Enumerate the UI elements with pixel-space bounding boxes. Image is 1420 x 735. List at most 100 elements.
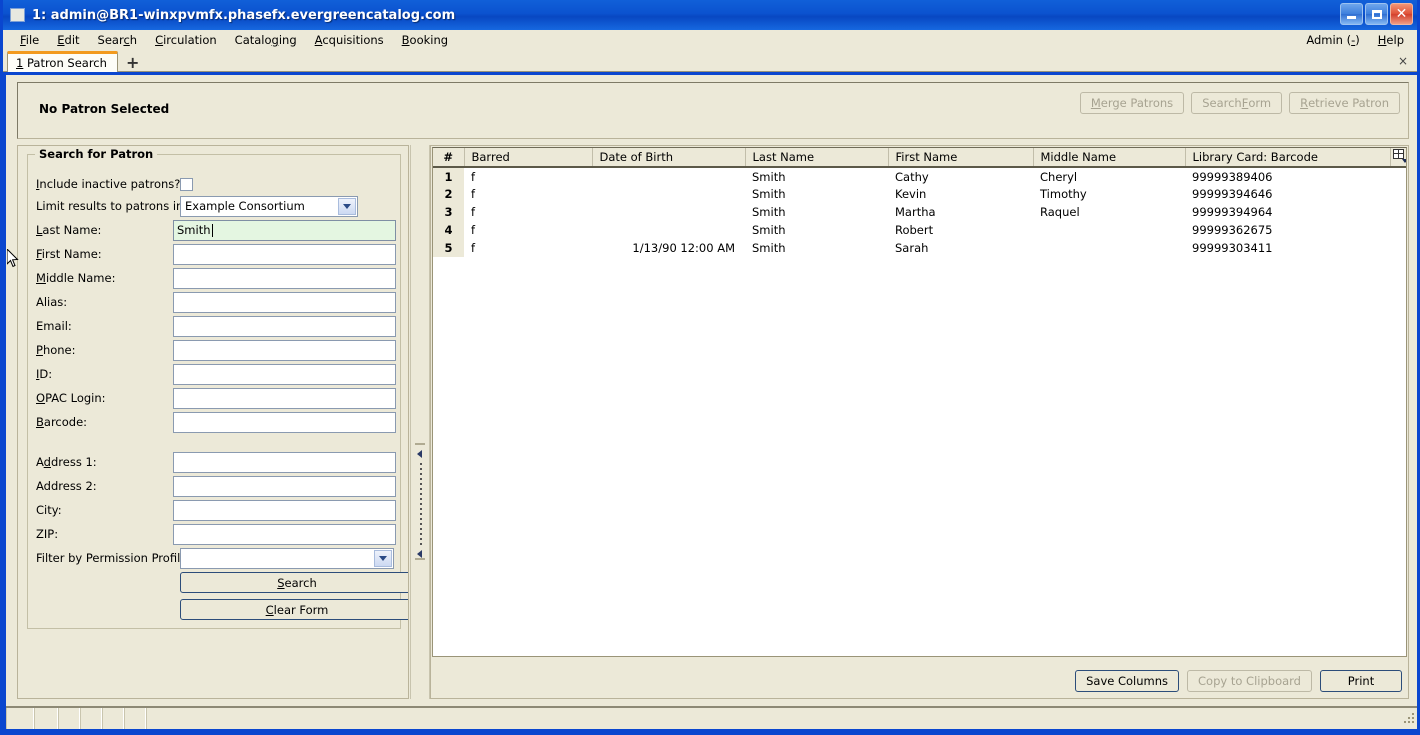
address1-input[interactable] [173,451,396,473]
tab-patron-search[interactable]: 1 Patron Search [7,51,118,72]
copy-to-clipboard-button[interactable]: Copy to Clipboard [1187,670,1312,692]
last-name-label: Last Name: [36,223,102,237]
table-row[interactable]: 2 f Smith Kevin Timothy 99999394646 [433,185,1406,203]
splitter-nub [415,558,425,560]
menu-item-circulation[interactable]: Circulation [146,31,226,49]
cell-middle-name [1033,239,1185,257]
menu-item-search[interactable]: Search [89,31,147,49]
chevron-down-icon[interactable] [338,197,356,215]
column-header-index[interactable]: # [433,148,465,168]
permission-profile-combobox[interactable] [180,547,394,569]
status-segment [102,708,124,729]
table-row[interactable]: 3 f Smith Martha Raquel 99999394964 [433,203,1406,221]
cell-middle-name [1033,221,1185,239]
city-input[interactable] [173,499,396,521]
column-header-library-card-barcode[interactable]: Library Card: Barcode [1185,148,1391,168]
field-row-address1: Address 1: [36,451,396,473]
menu-item-acquisitions[interactable]: Acquisitions [306,31,393,49]
column-header-last-name[interactable]: Last Name [745,148,889,168]
new-tab-button[interactable]: + [126,55,139,71]
window-icon[interactable] [10,8,25,22]
cell-dob [592,221,745,239]
application-window: 1: admin@BR1-winxpvmfx.phasefx.evergreen… [0,0,1420,735]
splitter-grip[interactable] [420,463,422,545]
merge-patrons-button[interactable]: Merge Patrons [1079,92,1185,114]
limit-org-value: Example Consortium [185,199,305,213]
cell-barcode: 99999389406 [1185,167,1390,185]
close-button[interactable]: ✕ [1390,3,1413,25]
table-row[interactable]: 1 f Smith Cathy Cheryl 99999389406 [433,167,1406,185]
cell-dob [592,185,745,203]
window-controls: ✕ [1340,3,1413,25]
print-button[interactable]: Print [1320,670,1402,692]
chevron-down-icon[interactable] [374,549,392,567]
last-name-input[interactable]: Smith [173,219,396,241]
clear-form-button[interactable]: Clear Form [180,599,408,620]
table-row[interactable]: 4 f Smith Robert 99999362675 [433,221,1406,239]
cell-index: 5 [433,239,464,257]
barcode-input[interactable] [173,411,396,433]
phone-input[interactable] [173,339,396,361]
field-row-phone: Phone: [36,339,396,361]
table-row[interactable]: 5 f 1/13/90 12:00 AM Smith Sarah 9999930… [433,239,1406,257]
search-button[interactable]: Search [180,572,408,593]
resize-grip-icon[interactable] [1403,713,1417,727]
field-row-limit-org: Limit results to patrons in Example Cons… [36,195,396,217]
field-row-first-name: First Name: [36,243,396,265]
status-segment [124,708,146,729]
results-grid[interactable]: # Barred Date of Birth Last Name First N… [432,147,1407,657]
menu-item-help[interactable]: Help [1369,31,1413,49]
menu-bar: File Edit Search Circulation Cataloging … [3,30,1417,50]
first-name-input[interactable] [173,243,396,265]
results-footer: Save Columns Copy to Clipboard Print [1075,670,1402,692]
column-header-first-name[interactable]: First Name [888,148,1034,168]
retrieve-patron-button[interactable]: Retrieve Patron [1289,92,1400,114]
field-row-city: City: [36,499,396,521]
search-for-patron-group: Search for Patron Include inactive patro… [27,147,408,629]
minimize-button[interactable] [1340,3,1363,25]
column-header-dob[interactable]: Date of Birth [592,148,746,168]
zip-input[interactable] [173,523,396,545]
column-header-middle-name[interactable]: Middle Name [1033,148,1186,168]
email-input[interactable] [173,315,396,337]
alias-input[interactable] [173,291,396,313]
opac-login-input[interactable] [173,387,396,409]
menu-item-edit[interactable]: Edit [48,31,88,49]
results-table: # Barred Date of Birth Last Name First N… [433,148,1406,257]
field-row-id: ID: [36,363,396,385]
address1-label: Address 1: [36,455,97,469]
save-columns-button[interactable]: Save Columns [1075,670,1180,692]
menu-item-booking[interactable]: Booking [393,31,457,49]
field-row-include-inactive: Include inactive patrons? [36,173,396,195]
patron-status-label: No Patron Selected [39,102,170,116]
minimize-icon [1347,16,1356,19]
status-segment [34,708,58,729]
column-picker-button[interactable] [1390,148,1406,168]
menu-item-cataloging[interactable]: Cataloging [226,31,306,49]
address2-input[interactable] [173,475,396,497]
title-bar: 1: admin@BR1-winxpvmfx.phasefx.evergreen… [3,0,1417,30]
splitter-expand-left-icon[interactable] [417,550,422,558]
text-caret [211,223,213,237]
close-tab-button[interactable]: × [1398,54,1408,68]
search-form-button[interactable]: Search Form [1191,92,1283,114]
cell-index: 1 [433,167,464,185]
cell-barred: f [464,239,592,257]
results-pane: # Barred Date of Birth Last Name First N… [430,145,1409,699]
status-segment [80,708,102,729]
limit-org-combobox[interactable]: Example Consortium [180,195,358,217]
cell-last-name: Smith [745,203,888,221]
patron-summary-bar: No Patron Selected Merge Patrons Search … [17,82,1409,139]
splitter-collapse-left-icon[interactable] [417,450,422,458]
maximize-button[interactable] [1365,3,1388,25]
menu-item-admin[interactable]: Admin (-) [1297,31,1368,49]
pane-splitter[interactable] [410,145,430,699]
field-row-zip: ZIP: [36,523,396,545]
menu-item-file[interactable]: File [11,31,48,49]
middle-name-input[interactable] [173,267,396,289]
id-input[interactable] [173,363,396,385]
include-inactive-checkbox[interactable] [180,177,193,191]
column-header-barred[interactable]: Barred [464,148,593,168]
cell-dob [592,167,745,185]
window-title: 1: admin@BR1-winxpvmfx.phasefx.evergreen… [32,7,456,23]
